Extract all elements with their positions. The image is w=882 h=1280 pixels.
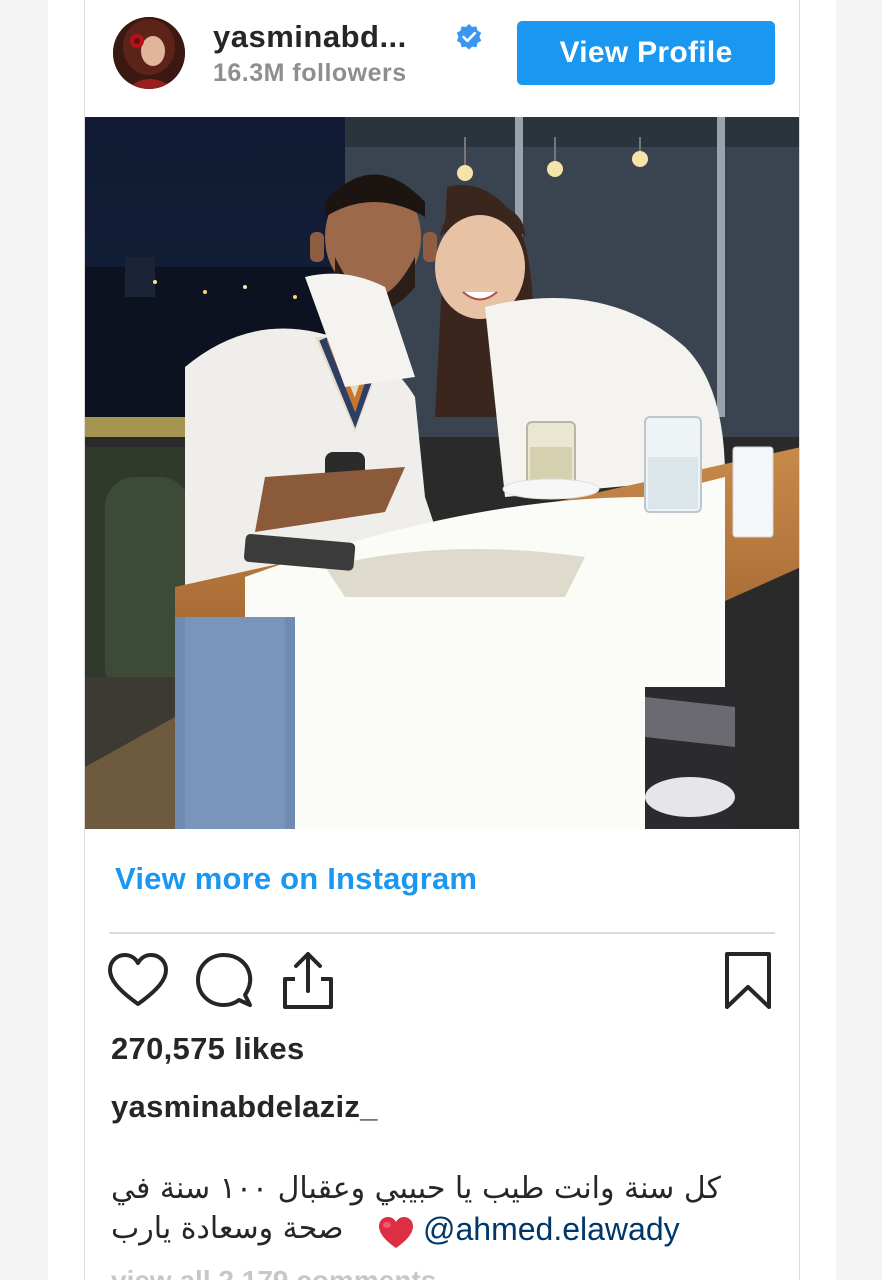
view-more-on-instagram-link[interactable]: View more on Instagram [115,861,477,897]
instagram-embed-card: yasminabd... 16.3M followers View Profil… [84,0,800,1280]
profile-avatar[interactable] [113,17,185,89]
follower-count: 16.3M followers [213,59,407,87]
verified-badge-icon [455,23,483,51]
heart-icon[interactable] [107,949,169,1015]
view-comments-link[interactable]: view all 2,179 comments [111,1265,436,1280]
caption-text-arabic-end: صحة وسعادة يارب [111,1211,344,1246]
divider [109,932,775,934]
post-photo[interactable] [85,117,799,829]
comment-icon[interactable] [193,949,255,1015]
post-header: yasminabd... 16.3M followers View Profil… [85,0,799,117]
post-actions-bar [85,949,799,1019]
mention-link[interactable]: @ahmed.elawady [423,1211,680,1248]
profile-username[interactable]: yasminabd... [213,19,407,55]
page-margin-right [836,0,882,1280]
page-margin-left [0,0,48,1280]
red-heart-emoji-icon [377,1215,415,1251]
caption-text-line-1: كل سنة وانت طيب يا حبيبي وعقبال ١٠٠ سنة … [111,1171,721,1206]
share-icon[interactable] [277,949,339,1015]
bookmark-icon[interactable] [717,949,779,1015]
caption-username[interactable]: yasminabdelaziz_ [111,1089,378,1125]
like-count[interactable]: 270,575 likes [111,1031,305,1067]
view-profile-button[interactable]: View Profile [517,21,775,85]
